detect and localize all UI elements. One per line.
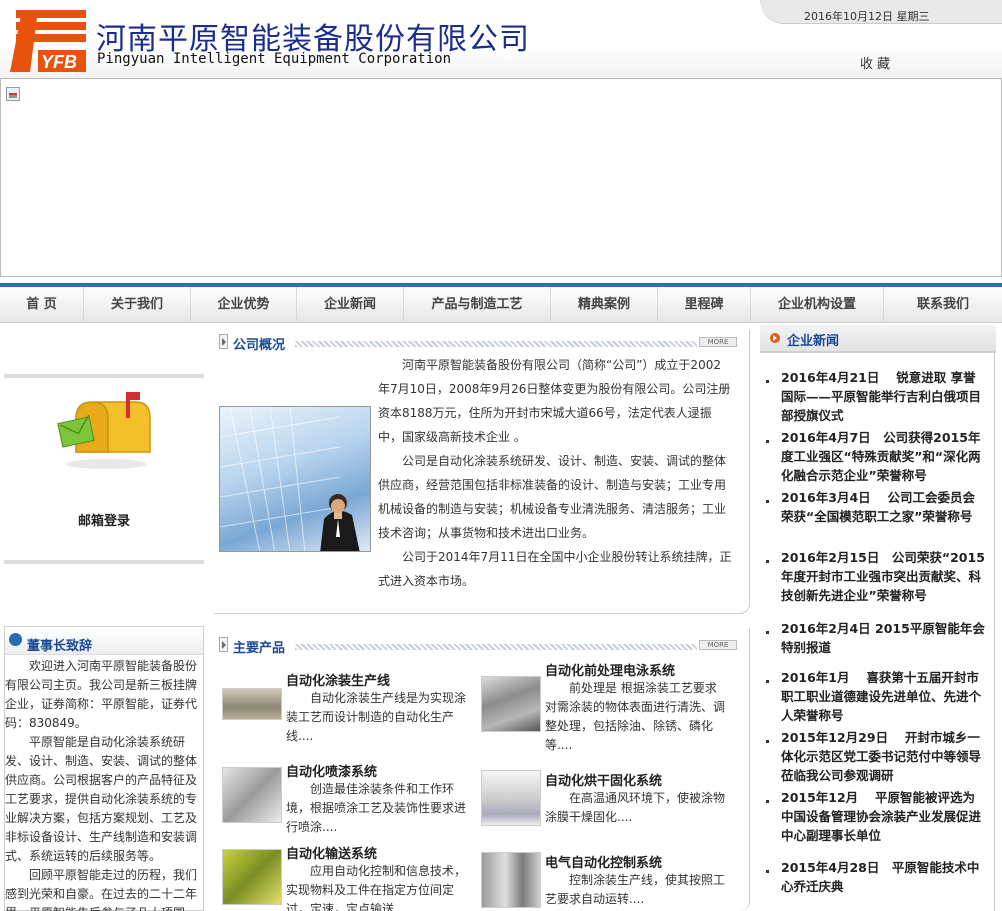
product-desc: 在高温通风环境下，使被涂物涂膜干燥固化.... — [545, 791, 726, 824]
product-image[interactable] — [481, 852, 541, 908]
header: YFB 河南平原智能装备股份有限公司 Pingyuan Intelligent … — [0, 0, 1002, 78]
bullet-icon — [766, 680, 769, 683]
product-desc: 自动化涂装生产线是为实现涂装工艺而设计制造的自动化生产线.... — [286, 691, 467, 743]
product-item[interactable]: 自动化输送系统 应用自动化控制和信息技术，实现物料及工件在指定方位间定过，定速，… — [222, 843, 472, 911]
products-header: 主要产品 MORE — [219, 634, 739, 656]
product-item[interactable]: 自动化涂装生产线 自动化涂装生产线是为实现涂装工艺而设计制造的自动化生产线...… — [222, 670, 472, 760]
news-link[interactable]: 2016年4月21日 锐意进取 享誉国际——平原智能举行吉利白俄项目部授旗仪式 — [781, 368, 987, 425]
products-title[interactable]: 主要产品 — [233, 637, 285, 656]
overview-paragraph: 公司是自动化涂装系统研发、设计、制造、安装、调试的整体供应商，经营范围包括非标准… — [378, 454, 727, 540]
product-item[interactable]: 自动化烘干固化系统 在高温通风环境下，使被涂物涂膜干燥固化.... — [481, 770, 731, 830]
overview-paragraph: 公司于2014年7月11日在全国中小企业股份转让系统挂牌，正式进入资本市场。 — [378, 550, 732, 588]
chairman-paragraph: 欢迎进入河南平原智能装备股份有限公司主页。我公司是新三板挂牌企业，证券简称：平原… — [5, 659, 198, 730]
mailbox-icon — [57, 392, 151, 469]
mail-login-box[interactable]: 邮箱登录 — [4, 374, 204, 564]
company-name-en: Pingyuan Intelligent Equipment Corporati… — [97, 51, 452, 67]
product-image[interactable] — [481, 676, 541, 732]
product-desc: 前处理是 根据涂装工艺要求对需涂装的物体表面进行清洗、调整处理，包括除油、除锈、… — [545, 681, 726, 752]
nav-home[interactable]: 首 页 — [0, 287, 84, 323]
nav-milestones[interactable]: 里程碑 — [658, 287, 751, 323]
section-divider — [295, 341, 697, 347]
chairman-header: 董事长致辞 — [5, 627, 203, 655]
news-panel: 企业新闻 2016年4月21日 锐意进取 享誉国际——平原智能举行吉利白俄项目部… — [760, 325, 996, 911]
bullet-icon — [766, 631, 769, 634]
news-link[interactable]: 2016年2月15日 公司荣获“2015年度开封市工业强市突出贡献奖、科技创新先… — [781, 548, 987, 605]
product-title[interactable]: 自动化喷漆系统 — [286, 761, 377, 780]
main-nav: 首 页 关于我们 企业优势 企业新闻 产品与制造工艺 精典案例 里程碑 企业机构… — [0, 283, 1002, 323]
news-link[interactable]: 2016年4月7日 公司获得2015年度工业强区“特殊贡献奖”和“深化两化融合示… — [781, 428, 987, 485]
bullet-icon — [766, 560, 769, 563]
add-favorite-link[interactable]: 收藏 — [860, 53, 894, 72]
product-desc: 控制涂装生产线，使其按照工艺要求自动运转.... — [545, 873, 726, 906]
product-title[interactable]: 自动化输送系统 — [286, 843, 377, 862]
bullet-icon — [766, 870, 769, 873]
section-arrow-icon — [219, 637, 228, 652]
news-panel-border — [994, 350, 995, 911]
overview-title[interactable]: 公司概况 — [233, 334, 285, 353]
product-title[interactable]: 自动化涂装生产线 — [286, 670, 390, 689]
nav-news[interactable]: 企业新闻 — [297, 287, 404, 323]
nav-about[interactable]: 关于我们 — [84, 287, 191, 323]
news-header: 企业新闻 — [760, 325, 996, 353]
chairman-message-panel: 董事长致辞 欢迎进入河南平原智能装备股份有限公司主页。我公司是新三板挂牌企业，证… — [4, 626, 204, 911]
overview-text: 河南平原智能装备股份有限公司（简称“公司”）成立于2002年7月10日，2008… — [378, 353, 732, 593]
bullet-icon — [766, 800, 769, 803]
overview-more-button[interactable]: MORE — [699, 337, 737, 347]
current-date: 2016年10月12日 星期三 — [804, 10, 930, 23]
bullet-icon — [766, 740, 769, 743]
nav-advantages[interactable]: 企业优势 — [191, 287, 297, 323]
product-title[interactable]: 自动化烘干固化系统 — [545, 770, 662, 789]
news-link[interactable]: 2016年2月4日 2015平原智能年会特别报道 — [781, 619, 987, 657]
bullet-icon — [766, 440, 769, 443]
chairman-title[interactable]: 董事长致辞 — [27, 635, 92, 654]
product-title[interactable]: 电气自动化控制系统 — [545, 852, 662, 871]
nav-contact[interactable]: 联系我们 — [884, 287, 1002, 323]
overview-header: 公司概况 MORE — [219, 331, 739, 353]
nav-organization[interactable]: 企业机构设置 — [751, 287, 884, 323]
product-image[interactable] — [222, 849, 282, 905]
info-icon — [9, 633, 22, 646]
news-link[interactable]: 2015年4月28日 平原智能技术中心乔迁庆典 — [781, 858, 987, 896]
bullet-icon — [766, 380, 769, 383]
product-image[interactable] — [222, 688, 282, 720]
nav-products[interactable]: 产品与制造工艺 — [404, 287, 551, 323]
news-title[interactable]: 企业新闻 — [787, 330, 839, 349]
product-item[interactable]: 自动化前处理电泳系统 前处理是 根据涂装工艺要求对需涂装的物体表面进行清洗、调整… — [481, 660, 731, 760]
overview-paragraph: 河南平原智能装备股份有限公司（简称“公司”）成立于2002年7月10日，2008… — [378, 358, 731, 444]
product-item[interactable]: 自动化喷漆系统 创造最佳涂装条件和工作环境，根据喷涂工艺及装饰性要求进行喷涂..… — [222, 761, 472, 841]
product-item[interactable]: 电气自动化控制系统 控制涂装生产线，使其按照工艺要求自动运转.... — [481, 852, 731, 911]
news-link[interactable]: 2015年12月29日 开封市城乡一体化示范区党工委书记范付中等领导莅临我公司参… — [781, 728, 987, 785]
news-link[interactable]: 2016年1月 喜获第十五届开封市职工职业道德建设先进单位、先进个人荣誉称号 — [781, 668, 987, 725]
broken-image-icon — [6, 87, 20, 101]
chairman-paragraph: 回顾平原智能走过的历程，我们感到光荣和自豪。在过去的二十二年里，平原智能先后参与… — [5, 868, 198, 911]
product-image[interactable] — [222, 767, 282, 823]
banner-area — [0, 78, 1002, 277]
mail-login-label[interactable]: 邮箱登录 — [4, 510, 204, 529]
product-title[interactable]: 自动化前处理电泳系统 — [545, 660, 675, 679]
nav-cases[interactable]: 精典案例 — [551, 287, 658, 323]
businessman-building-image — [219, 406, 371, 552]
product-desc: 应用自动化控制和信息技术，实现物料及工件在指定方位间定过，定速，定点输送.... — [286, 864, 467, 911]
news-link[interactable]: 2016年3月4日 公司工会委员会荣获“全国模范职工之家”荣誉称号 — [781, 488, 987, 526]
bullet-icon — [766, 500, 769, 503]
arrow-circle-icon — [770, 333, 780, 343]
products-more-button[interactable]: MORE — [699, 640, 737, 650]
section-divider — [295, 644, 697, 650]
chairman-text: 欢迎进入河南平原智能装备股份有限公司主页。我公司是新三板挂牌企业，证券简称：平原… — [5, 657, 203, 911]
chairman-paragraph: 平原智能是自动化涂装系统研发、设计、制造、安装、调试的整体供应商。公司根据客户的… — [5, 735, 198, 863]
product-image[interactable] — [481, 770, 541, 826]
section-arrow-icon — [219, 334, 228, 349]
logo-text: YFB — [41, 52, 77, 72]
product-desc: 创造最佳涂装条件和工作环境，根据喷涂工艺及装饰性要求进行喷涂.... — [286, 782, 467, 834]
pyfb-logo[interactable]: YFB — [8, 6, 88, 72]
news-link[interactable]: 2015年12月 平原智能被评选为中国设备管理协会涂装产业发展促进中心副理事长单… — [781, 788, 987, 845]
